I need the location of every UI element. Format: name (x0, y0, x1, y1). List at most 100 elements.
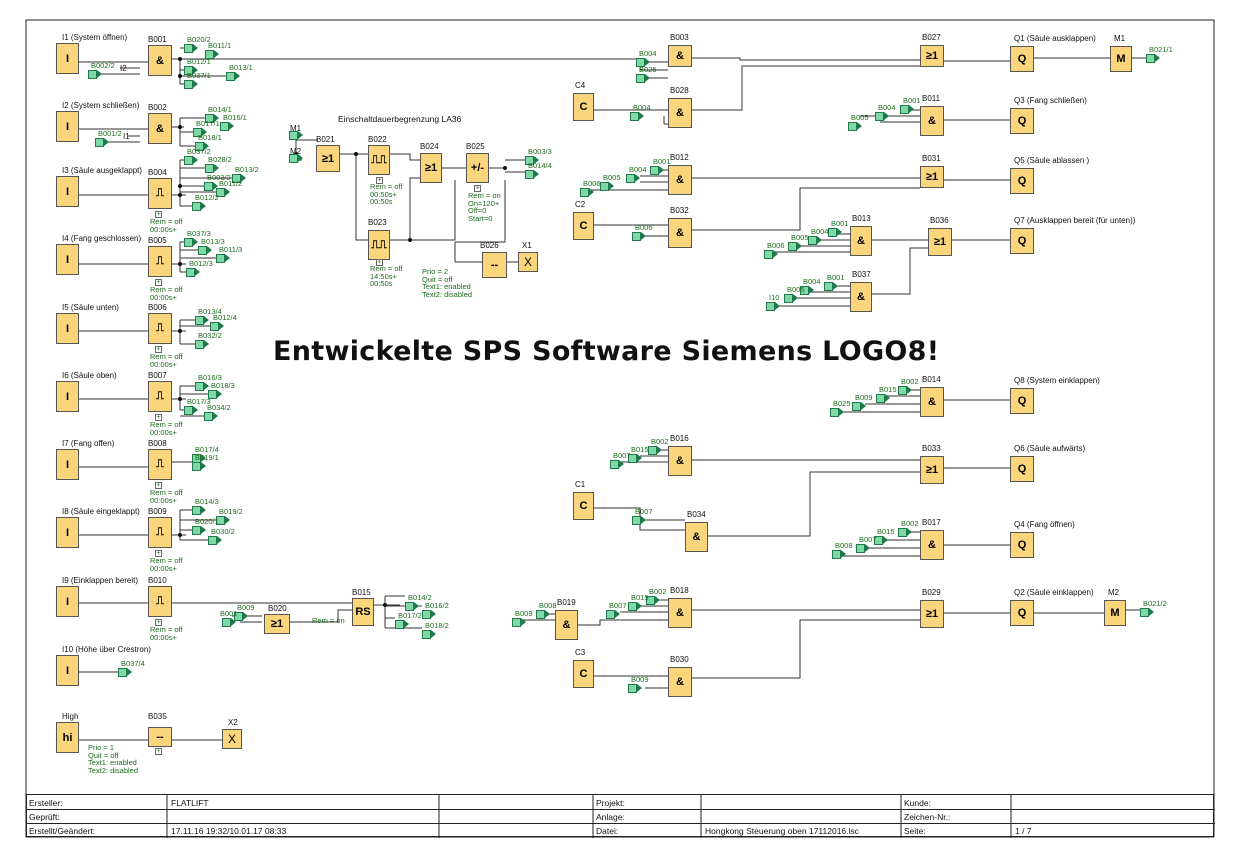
block-b022[interactable]: ⎍⎍ (368, 145, 390, 175)
param-toggle-icon[interactable]: + (155, 748, 162, 755)
block-b026[interactable]: -- (482, 252, 507, 278)
block-b032[interactable]: & (668, 218, 692, 248)
block-b004[interactable]: ⎍ (148, 178, 172, 209)
block-b008[interactable]: ⎍ (148, 449, 172, 480)
const-block-c2[interactable]: C (573, 212, 594, 240)
tb-anlage-label: Anlage: (596, 812, 625, 822)
block-b025[interactable]: +/- (466, 153, 489, 183)
in-link-b025: B025 (833, 399, 851, 408)
in-link-b001: B001 (220, 609, 238, 618)
in-link-b009-flag (628, 684, 642, 693)
block-b019[interactable]: & (555, 610, 578, 640)
block-b035[interactable]: -- (148, 727, 172, 747)
in-link-b008-flag (832, 550, 846, 559)
in-link-b006-flag (632, 232, 646, 241)
in-link-b009: B009 (631, 675, 649, 684)
in-link-b002-2: B002/2 (91, 61, 115, 70)
block-b018[interactable]: & (668, 598, 692, 628)
block-b017[interactable]: & (920, 530, 944, 560)
block-b021[interactable]: ≥1 (316, 145, 340, 172)
output-block-q7[interactable]: Q (1010, 532, 1034, 558)
flag-m1-flag (289, 131, 303, 140)
in-link-b001-flag (824, 282, 838, 291)
block-b003[interactable]: & (668, 45, 692, 67)
in-link-b004: B004 (639, 49, 657, 58)
link-b018-1: B018/1 (198, 133, 222, 142)
block-b016[interactable]: & (668, 446, 692, 476)
input-block-i2[interactable]: I (56, 111, 79, 142)
block-b024[interactable]: ≥1 (420, 153, 442, 183)
block-label-b005: B005 (148, 236, 167, 245)
input-block-i6[interactable]: I (56, 381, 79, 412)
block-b037[interactable]: & (850, 282, 872, 312)
block-param: Text2: disabled (88, 765, 139, 775)
block-b005[interactable]: ⎍ (148, 246, 172, 277)
block-b036[interactable]: ≥1 (928, 228, 952, 256)
block-x1[interactable]: X (518, 252, 538, 272)
in-link-b004: B004 (629, 165, 647, 174)
block-label-b002: B002 (148, 103, 167, 112)
link-b003-3: B003/3 (528, 147, 552, 156)
output-block-q6[interactable]: Q (1010, 456, 1034, 482)
block-b002[interactable]: & (148, 113, 172, 144)
const-block-c4[interactable]: C (573, 93, 594, 121)
block-b029[interactable]: ≥1 (920, 600, 944, 628)
block-b020[interactable]: ≥1 (264, 614, 290, 634)
block-b027[interactable]: ≥1 (920, 45, 944, 67)
link-b013-2: B013/2 (235, 165, 259, 174)
block-b031[interactable]: ≥1 (920, 166, 944, 188)
block-label-b036: B036 (930, 216, 949, 225)
block-b030[interactable]: & (668, 667, 692, 697)
block-b028[interactable]: & (668, 98, 692, 128)
input-block-high[interactable]: hi (56, 722, 79, 753)
in-link-b001-flag (828, 228, 842, 237)
block-b034[interactable]: & (685, 522, 708, 552)
input-block-i1[interactable]: I (56, 43, 79, 74)
output-block-q8[interactable]: Q (1010, 600, 1034, 626)
link-b012-2: B012/2 (195, 193, 219, 202)
block-b033[interactable]: ≥1 (920, 456, 944, 484)
input-block-i10[interactable]: I (56, 655, 79, 686)
output-block-q5[interactable]: Q (1010, 388, 1034, 414)
link-b011-3: B011/3 (219, 245, 243, 254)
block-b009[interactable]: ⎍ (148, 517, 172, 548)
link-b013-4-flag (195, 316, 209, 325)
input-block-i7[interactable]: I (56, 449, 79, 480)
block-x2[interactable]: X (222, 729, 242, 749)
const-block-c3[interactable]: C (573, 660, 594, 688)
motor-block-m2[interactable]: M (1104, 600, 1126, 626)
input-block-i3[interactable]: I (56, 176, 79, 207)
const-block-c1[interactable]: C (573, 492, 594, 520)
block-b015[interactable]: RS (352, 598, 374, 626)
block-b023[interactable]: ⎍⎍ (368, 230, 390, 260)
in-link-b004: B004 (878, 103, 896, 112)
block-b011[interactable]: & (920, 106, 944, 136)
output-block-q2[interactable]: Q (1010, 108, 1034, 134)
link-b018-2-flag (422, 630, 436, 639)
block-b001[interactable]: & (148, 45, 172, 76)
motor-block-m1[interactable]: M (1110, 46, 1132, 72)
block-b010[interactable]: ⎍ (148, 586, 172, 617)
link-b013-3-flag (198, 246, 212, 255)
link-b011-3-flag (216, 254, 230, 263)
output-block-q1[interactable]: Q (1010, 46, 1034, 72)
input-block-i9[interactable]: I (56, 586, 79, 617)
link-b037-4-flag (118, 668, 132, 677)
output-block-q4[interactable]: Q (1010, 228, 1034, 254)
output-block-q3[interactable]: Q (1010, 168, 1034, 194)
in-link-b005: B005 (851, 113, 869, 122)
input-label-i4: I4 (Fang geschlossen) (62, 234, 142, 243)
block-b012[interactable]: & (668, 165, 692, 195)
input-block-i4[interactable]: I (56, 244, 79, 275)
input-block-i8[interactable]: I (56, 517, 79, 548)
block-label-b028: B028 (670, 86, 689, 95)
in-link-b015-flag (876, 394, 890, 403)
link-b030-2: B030/2 (211, 527, 235, 536)
link-b032-2-flag (195, 340, 209, 349)
block-b007[interactable]: ⎍ (148, 381, 172, 412)
block-b013[interactable]: & (850, 226, 872, 256)
in-link-b005: B005 (791, 233, 809, 242)
block-b006[interactable]: ⎍ (148, 313, 172, 344)
input-block-i5[interactable]: I (56, 313, 79, 344)
block-b014[interactable]: & (920, 387, 944, 417)
